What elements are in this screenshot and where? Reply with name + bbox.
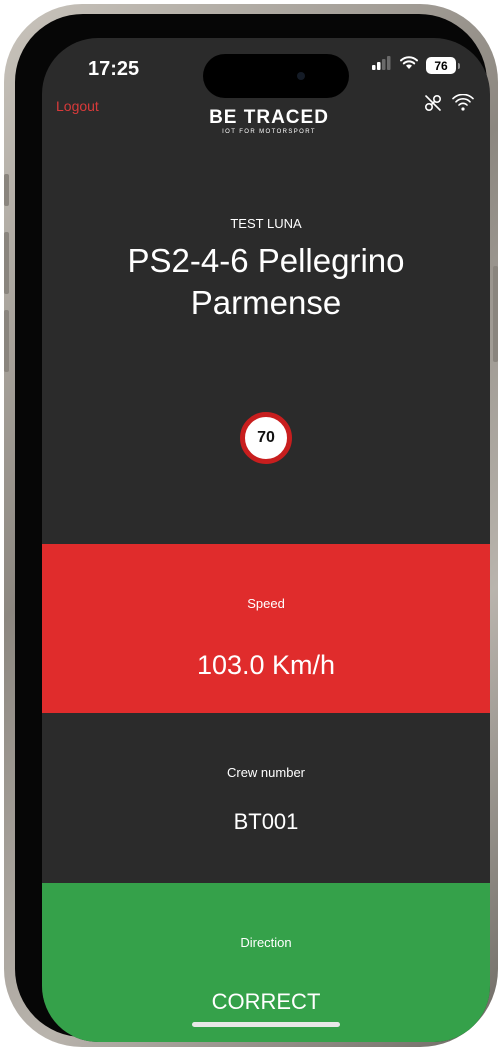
speed-label: Speed [247,596,285,611]
gps-off-icon[interactable] [424,94,442,117]
phone-frame: 17:25 76 Logout BE TRACED IOT FOR MOTORS… [4,4,498,1047]
speed-value: 103.0 Km/h [196,650,336,680]
power-button [493,266,498,362]
crew-value: BT001 [233,809,299,834]
status-time: 17:25 [88,58,140,80]
logo-tagline: IOT FOR MOTORSPORT [222,129,316,135]
logo-main-text: BE TRACED [209,107,329,128]
app-screen: 17:25 76 Logout BE TRACED IOT FOR MOTORS… [42,38,490,1042]
speed-limit-sign: 70 [240,412,292,464]
status-icons: 76 [372,56,460,75]
dynamic-island [203,54,349,98]
be-traced-logo: BE TRACED IOT FOR MOTORSPORT [206,108,332,136]
crew-label: Crew number [226,765,306,780]
direction-label: Direction [240,935,292,950]
battery-tip [458,62,460,69]
volume-up-button [4,232,9,294]
logout-link[interactable]: Logout [56,98,99,114]
home-indicator[interactable] [192,1022,340,1027]
crew-panel: Crew number BT001 [42,713,490,883]
action-button [4,174,9,206]
camera-dot [297,72,305,80]
volume-down-button [4,310,9,372]
direction-value: CORRECT [211,989,321,1014]
speed-panel: Speed 103.0 Km/h [42,544,490,713]
wifi-icon [399,56,419,75]
cellular-signal-icon [372,56,392,75]
battery-icon: 76 [426,57,456,74]
stage-title: PS2-4-6 Pellegrino Parmense [127,242,405,321]
phone-bezel: 17:25 76 Logout BE TRACED IOT FOR MOTORS… [15,14,490,1042]
header-icons [424,93,474,117]
stage-label: TEST LUNA [230,216,302,231]
direction-panel: Direction CORRECT [42,883,490,1042]
wifi-icon[interactable] [452,93,474,117]
